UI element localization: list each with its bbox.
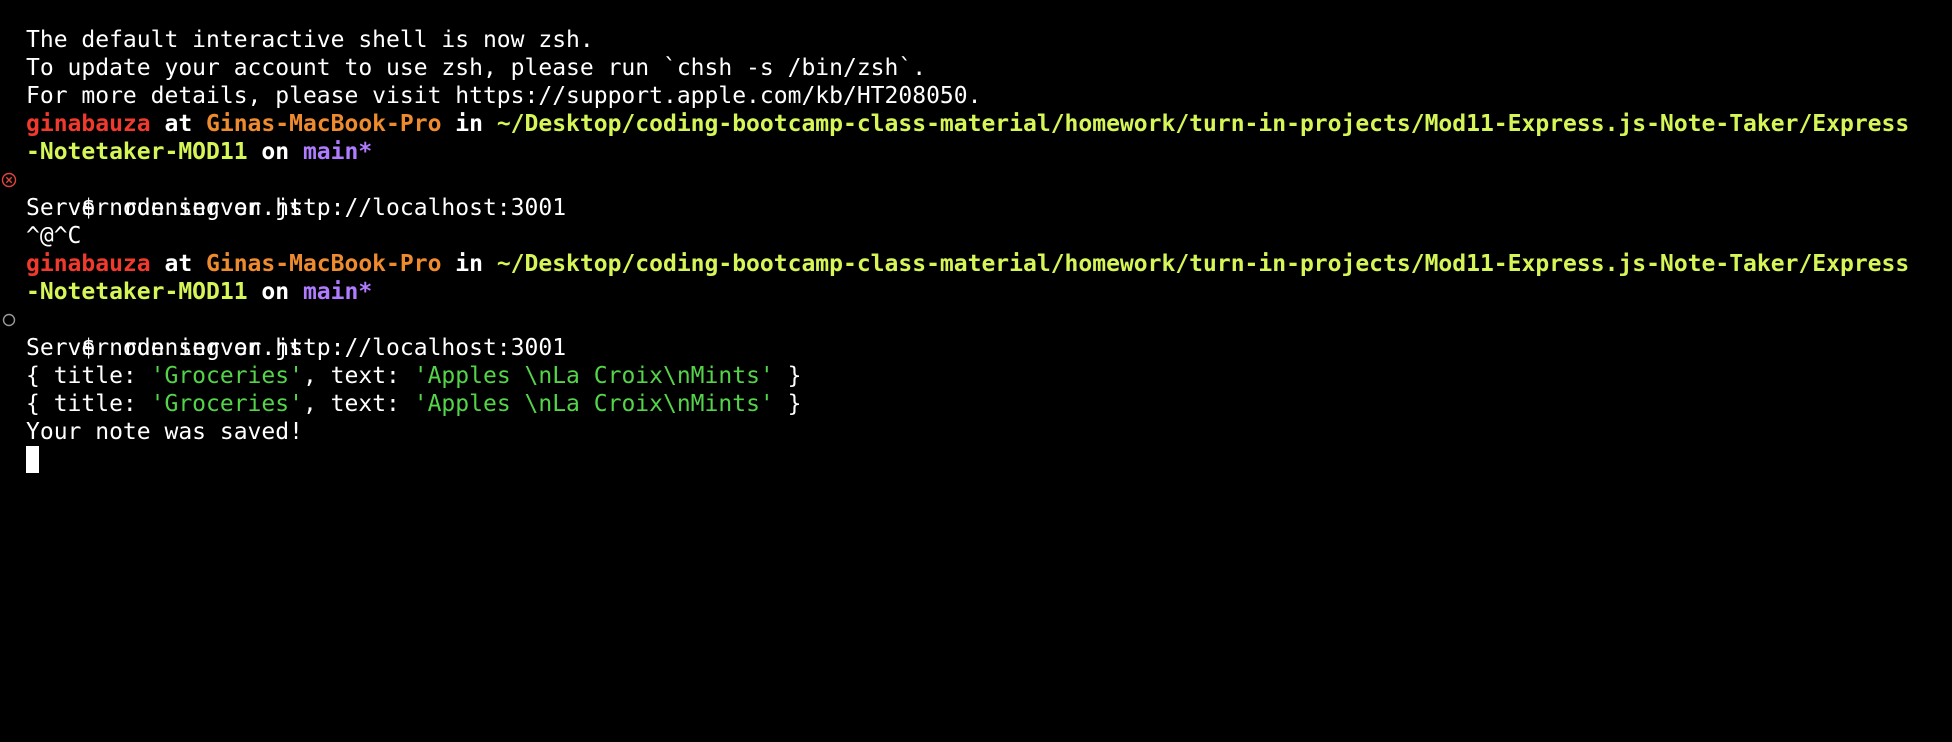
command-line-1[interactable]: $ node server.js: [0, 166, 1952, 221]
prompt-path-part-1: ~/Desktop/coding-bootcamp-class-material…: [496, 111, 1910, 137]
prompt-user: ginabauza: [26, 111, 151, 137]
prompt-on: on: [247, 139, 303, 165]
log-text-value: 'Apples \nLa Croix\nMints': [413, 391, 774, 417]
log-title-value: 'Groceries': [150, 363, 303, 389]
log-line-2: { title: 'Groceries', text: 'Apples \nLa…: [0, 390, 1952, 418]
circle-outline-icon[interactable]: [1, 312, 17, 328]
prompt-branch: main*: [302, 139, 373, 165]
server-running-text-1: Server running on http://localhost:3001: [26, 195, 567, 221]
log-text-value: 'Apples \nLa Croix\nMints': [413, 363, 774, 389]
prompt-path-part-1: ~/Desktop/coding-bootcamp-class-material…: [496, 251, 1910, 277]
intro-text-3: For more details, please visit https://s…: [26, 83, 982, 109]
log-close: }: [773, 363, 802, 389]
command-line-2[interactable]: $ node server.js: [0, 306, 1952, 361]
prompt-branch: main*: [302, 279, 373, 305]
prompt-path-part-2: -Notetaker-MOD11: [26, 279, 248, 305]
log-open: { title:: [26, 363, 151, 389]
prompt-line-1a: ginabauza at Ginas-MacBook-Pro in ~/Desk…: [0, 110, 1952, 138]
output-line-2: ^@^C: [0, 222, 1952, 250]
intro-text-1: The default interactive shell is now zsh…: [26, 27, 594, 53]
intro-line-3: For more details, please visit https://s…: [0, 82, 1952, 110]
prompt-host: Ginas-MacBook-Pro: [206, 111, 442, 137]
prompt-path-part-2: -Notetaker-MOD11: [26, 139, 248, 165]
log-title-value: 'Groceries': [150, 391, 303, 417]
prompt-user: ginabauza: [26, 251, 151, 277]
prompt-line-1b: -Notetaker-MOD11 on main*: [0, 138, 1952, 166]
output-line-3: Server running on http://localhost:3001: [0, 334, 1952, 362]
prompt-in: in: [441, 251, 497, 277]
prompt-at: at: [150, 251, 207, 277]
server-running-text-2: Server running on http://localhost:3001: [26, 335, 567, 361]
log-mid: , text:: [302, 363, 414, 389]
log-close: }: [773, 391, 802, 417]
intro-text-2: To update your account to use zsh, pleas…: [26, 55, 927, 81]
text-cursor[interactable]: [26, 446, 39, 473]
saved-line: Your note was saved!: [0, 418, 1952, 446]
prompt-in: in: [441, 111, 497, 137]
intro-line-2: To update your account to use zsh, pleas…: [0, 54, 1952, 82]
output-line-1: Server running on http://localhost:3001: [0, 194, 1952, 222]
log-line-1: { title: 'Groceries', text: 'Apples \nLa…: [0, 362, 1952, 390]
intro-line-1: The default interactive shell is now zsh…: [0, 26, 1952, 54]
terminal-window[interactable]: The default interactive shell is now zsh…: [0, 0, 1952, 742]
prompt-at: at: [150, 111, 207, 137]
log-mid: , text:: [302, 391, 414, 417]
prompt-line-2b: -Notetaker-MOD11 on main*: [0, 278, 1952, 306]
log-open: { title:: [26, 391, 151, 417]
circled-x-icon[interactable]: [1, 172, 17, 188]
prompt-line-2a: ginabauza at Ginas-MacBook-Pro in ~/Desk…: [0, 250, 1952, 278]
prompt-host: Ginas-MacBook-Pro: [206, 251, 442, 277]
interrupt-text: ^@^C: [26, 223, 82, 249]
prompt-on: on: [247, 279, 303, 305]
saved-message: Your note was saved!: [26, 419, 303, 445]
input-line[interactable]: [0, 446, 1952, 474]
